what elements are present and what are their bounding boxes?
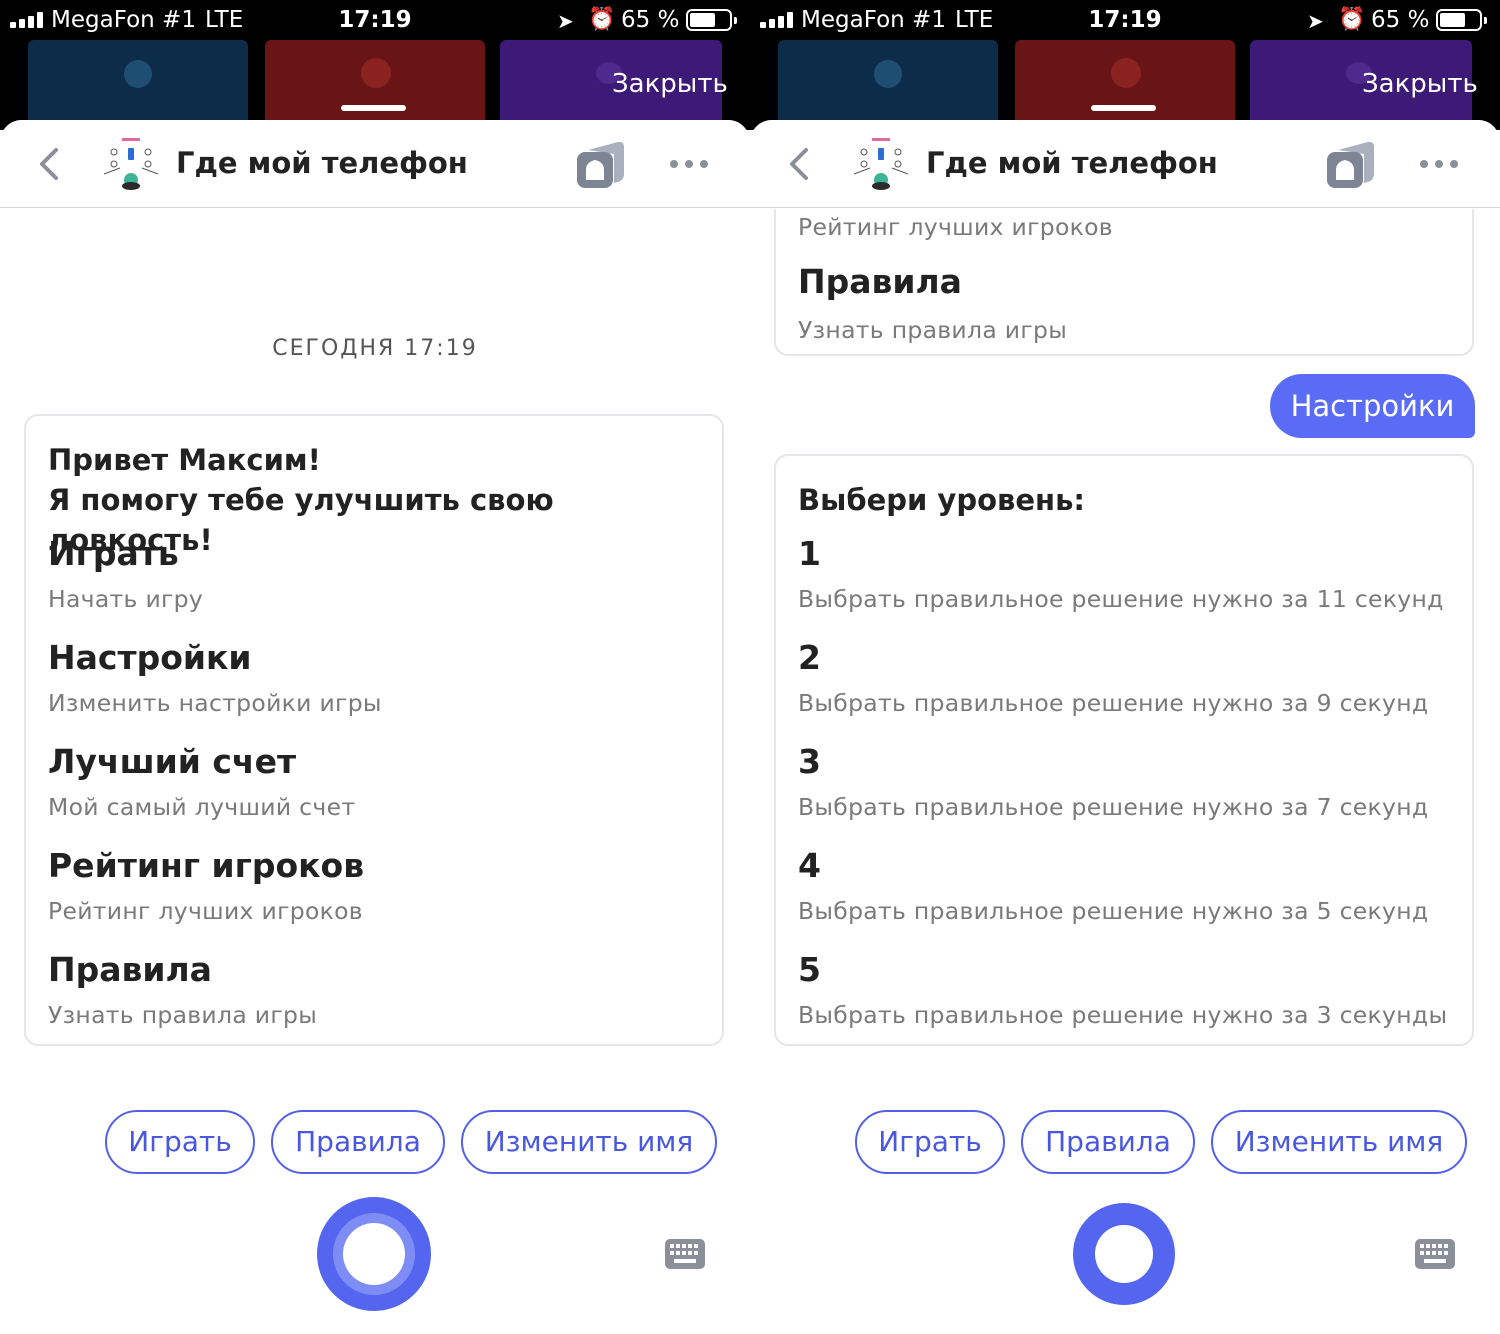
skill-sheet: Где мой телефон Рейтинг лучших игроков П… (750, 120, 1500, 1334)
option-title-rating[interactable]: Рейтинг игроков (48, 846, 364, 885)
level-4-title[interactable]: 4 (798, 846, 821, 885)
level-2-title[interactable]: 2 (798, 638, 821, 677)
level-4-subtitle: Выбрать правильное решение нужно за 5 се… (798, 897, 1429, 925)
suggest-rename-button[interactable]: Изменить имя (461, 1110, 717, 1174)
chat-scroll[interactable]: Рейтинг лучших игроков Правила Узнать пр… (750, 209, 1500, 1109)
status-bar: MegaFon #1 LTE 17:19 ➤ ⏰ 65 % (0, 0, 750, 40)
level-3-title[interactable]: 3 (798, 742, 821, 781)
option-subtitle-best-score: Мой самый лучший счет (48, 793, 356, 821)
alice-house-icon[interactable] (1324, 140, 1378, 190)
user-message-bubble: Настройки (1270, 374, 1475, 438)
battery-icon (1436, 9, 1487, 31)
phone-screen-left: MegaFon #1 LTE 17:19 ➤ ⏰ 65 % Закрыть Гд… (0, 0, 750, 1334)
option-title-rules[interactable]: Правила (798, 262, 962, 301)
suggest-buttons: Играть Правила Изменить имя (750, 1110, 1500, 1176)
suggest-rules-button[interactable]: Правила (271, 1110, 445, 1174)
status-bar: MegaFon #1 LTE 17:19 ➤ ⏰ 65 % (750, 0, 1500, 40)
chat-header: Где мой телефон (0, 120, 750, 208)
app-tile[interactable] (778, 40, 998, 130)
level-3-subtitle: Выбрать правильное решение нужно за 7 се… (798, 793, 1429, 821)
chat-scroll[interactable]: СЕГОДНЯ 17:19 Привет Максим! Я помогу те… (0, 209, 750, 1109)
date-label: СЕГОДНЯ 17:19 (272, 336, 478, 361)
option-subtitle-rating: Рейтинг лучших игроков (798, 213, 1113, 241)
sheet-handle[interactable] (1091, 105, 1156, 111)
level-1-subtitle: Выбрать правильное решение нужно за 11 с… (798, 585, 1444, 613)
more-dots-icon[interactable] (666, 160, 712, 170)
skill-title: Где мой телефон (176, 146, 468, 180)
option-title-settings[interactable]: Настройки (48, 638, 252, 677)
option-title-play[interactable]: Играть (48, 534, 179, 573)
level-5-title[interactable]: 5 (798, 950, 821, 989)
app-tile[interactable] (1015, 40, 1235, 130)
battery-icon (686, 9, 737, 31)
close-button[interactable]: Закрыть (1362, 69, 1478, 99)
suggest-play-button[interactable]: Играть (105, 1110, 255, 1174)
alice-mic-icon[interactable] (317, 1197, 431, 1311)
level-heading: Выбери уровень: (798, 483, 1085, 517)
alarm-icon: ⏰ (1338, 7, 1366, 32)
alice-mic-icon[interactable] (1073, 1203, 1175, 1305)
location-arrow-icon: ➤ (1307, 9, 1324, 33)
sheet-handle[interactable] (341, 105, 406, 111)
skill-message-card: Привет Максим! Я помогу тебе улучшить св… (24, 414, 724, 1046)
chat-header: Где мой телефон (750, 120, 1500, 208)
battery-fill (690, 13, 715, 27)
option-subtitle-rating: Рейтинг лучших игроков (48, 897, 363, 925)
option-subtitle-settings: Изменить настройки игры (48, 689, 382, 717)
greeting-line-1: Привет Максим! (48, 443, 321, 477)
background-apps-strip: Закрыть (750, 40, 1500, 130)
app-tile[interactable] (265, 40, 485, 130)
keyboard-icon[interactable] (665, 1239, 705, 1269)
option-subtitle-rules: Узнать правила игры (48, 1001, 318, 1029)
level-2-subtitle: Выбрать правильное решение нужно за 9 се… (798, 689, 1429, 717)
suggest-rules-button[interactable]: Правила (1021, 1110, 1195, 1174)
battery-percent: 65 % (621, 7, 680, 33)
chevron-left-icon[interactable] (784, 144, 814, 184)
suggest-buttons: Играть Правила Изменить имя (0, 1110, 750, 1176)
chevron-left-icon[interactable] (34, 144, 64, 184)
option-subtitle-rules: Узнать правила игры (798, 316, 1068, 344)
level-select-card: Выбери уровень: 1 Выбрать правильное реш… (774, 454, 1474, 1046)
skill-sheet: Где мой телефон СЕГОДНЯ 17:19 Привет Мак… (0, 120, 750, 1334)
skill-logo-icon (103, 138, 159, 190)
option-title-best-score[interactable]: Лучший счет (48, 742, 296, 781)
option-subtitle-play: Начать игру (48, 585, 204, 613)
app-tile[interactable] (28, 40, 248, 130)
level-5-subtitle: Выбрать правильное решение нужно за 3 се… (798, 1001, 1448, 1029)
suggest-rename-button[interactable]: Изменить имя (1211, 1110, 1467, 1174)
phone-screen-right: MegaFon #1 LTE 17:19 ➤ ⏰ 65 % Закрыть Гд… (750, 0, 1500, 1334)
suggest-play-button[interactable]: Играть (855, 1110, 1005, 1174)
close-button[interactable]: Закрыть (612, 69, 728, 99)
battery-percent: 65 % (1371, 7, 1430, 33)
background-apps-strip: Закрыть (0, 40, 750, 130)
more-dots-icon[interactable] (1416, 160, 1462, 170)
keyboard-icon[interactable] (1415, 1239, 1455, 1269)
option-title-rules[interactable]: Правила (48, 950, 212, 989)
alarm-icon: ⏰ (588, 7, 616, 32)
skill-logo-icon (853, 138, 909, 190)
level-1-title[interactable]: 1 (798, 534, 821, 573)
skill-message-card-previous: Рейтинг лучших игроков Правила Узнать пр… (774, 209, 1474, 356)
alice-house-icon[interactable] (574, 140, 628, 190)
skill-title: Где мой телефон (926, 146, 1218, 180)
location-arrow-icon: ➤ (557, 9, 574, 33)
battery-fill (1440, 13, 1465, 27)
